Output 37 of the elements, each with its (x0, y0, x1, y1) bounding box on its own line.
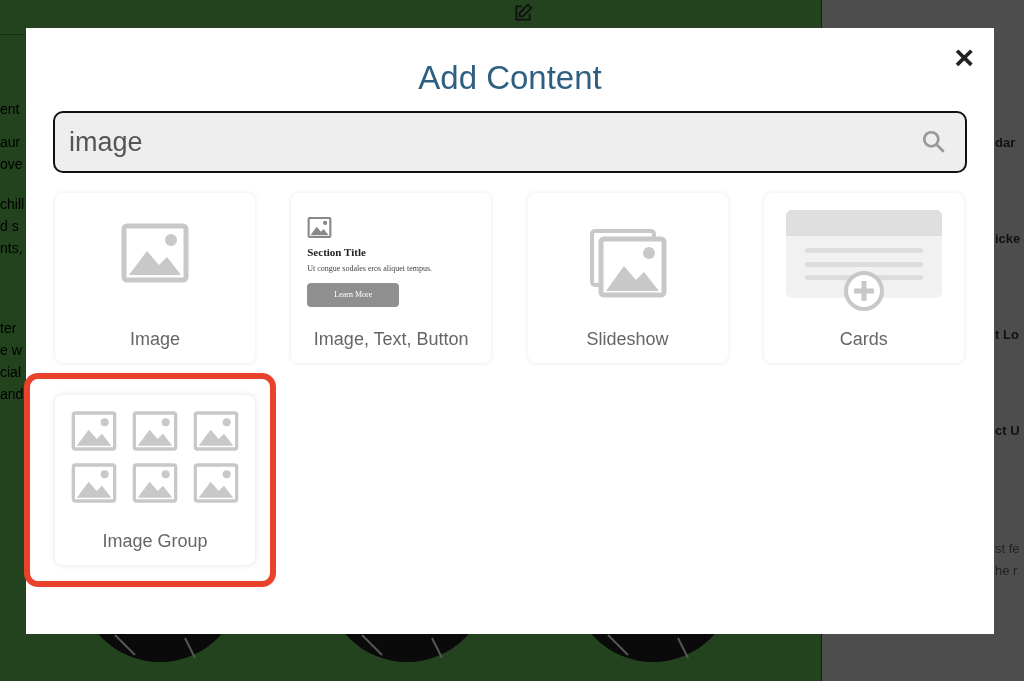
sidebar-heading: dar (995, 134, 1016, 152)
page-text: aur (0, 133, 21, 152)
preview-text: Ut congue sodales eros aliquet tempus. (307, 262, 433, 275)
close-button[interactable]: × (954, 40, 974, 74)
learn-more-button: Learn More (307, 282, 400, 307)
stacked-images-icon (588, 228, 667, 298)
section-title: Section Title (307, 246, 366, 260)
image-icon (193, 463, 239, 503)
content-type-card[interactable]: Cards (763, 193, 964, 363)
page-text: chill (0, 195, 25, 214)
card-plus-icon (784, 209, 943, 311)
image-icon (71, 463, 117, 503)
image-icon (307, 217, 333, 238)
image-icon (193, 411, 239, 451)
sidebar-heading: ct U (995, 422, 1020, 440)
search-icon (921, 129, 947, 155)
page-text: e w (0, 341, 22, 360)
image-icon (132, 463, 178, 503)
search-field[interactable]: image (53, 111, 967, 173)
page-text: ove (0, 155, 23, 174)
page-text: ter (0, 319, 17, 338)
dialog-title: Add Content (418, 58, 602, 98)
content-type-card[interactable]: Image (55, 193, 255, 363)
page-text: cial (0, 363, 21, 382)
content-type-card[interactable]: Slideshow (527, 193, 728, 363)
page-text: nts, (0, 239, 23, 258)
content-type-card[interactable]: Section Title Ut congue sodales eros aliquet tempus. Learn More Image, Text, Button (291, 193, 492, 363)
page-text: ent (0, 100, 20, 119)
sidebar-heading: t Lo (995, 326, 1019, 344)
image-icon (71, 411, 117, 451)
content-type-card[interactable]: Image Group (55, 395, 255, 565)
page-text: and (0, 385, 24, 404)
page-text: d s (0, 217, 19, 236)
sidebar-heading: icke (995, 230, 1021, 248)
image-icon (132, 411, 178, 451)
edit-icon[interactable] (513, 3, 533, 23)
image-icon (121, 223, 189, 283)
